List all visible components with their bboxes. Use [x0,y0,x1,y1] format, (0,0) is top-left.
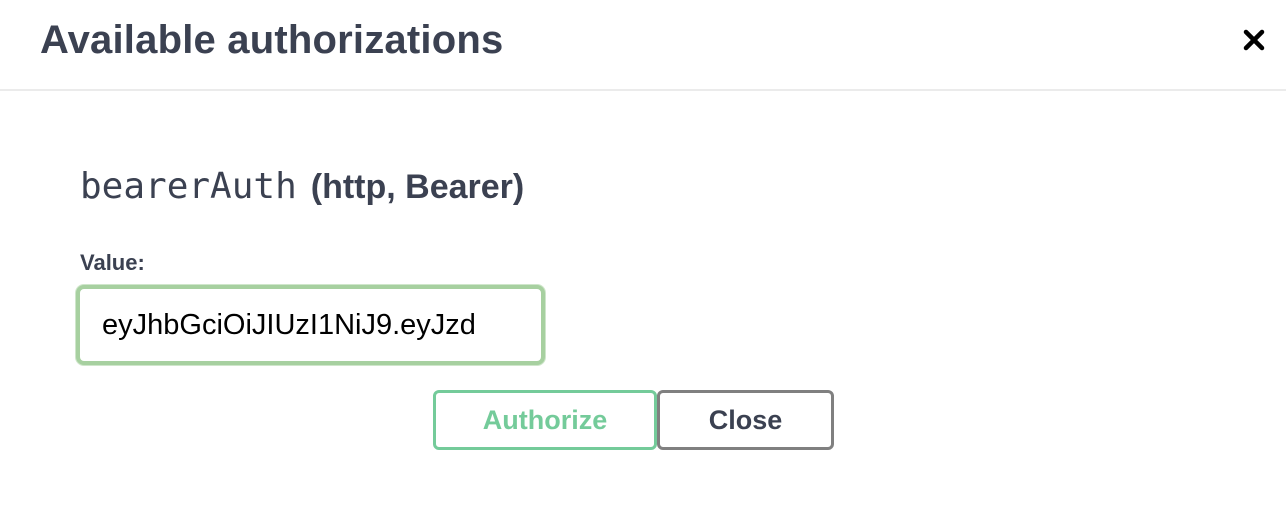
auth-scheme-heading: bearerAuth (http, Bearer) [80,166,524,207]
bearer-token-input[interactable] [76,285,545,365]
close-icon[interactable] [1236,22,1272,58]
scheme-type: (http, Bearer) [310,168,525,206]
authorize-button[interactable]: Authorize [433,390,657,450]
close-button[interactable]: Close [657,390,834,450]
value-label: Value: [80,250,145,275]
modal-header: Available authorizations [0,0,1286,91]
scheme-name: bearerAuth [80,166,297,207]
modal-title: Available authorizations [40,18,504,62]
